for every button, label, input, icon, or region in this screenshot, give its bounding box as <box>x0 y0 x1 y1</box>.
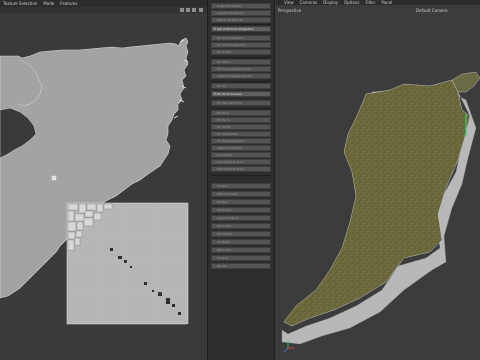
cmd-fit-uv-x[interactable]: Fit UV X <box>211 110 271 116</box>
cmd-spherical[interactable]: Spherical <box>211 207 271 213</box>
grab-icon <box>213 4 216 8</box>
cmd-layout-islands[interactable]: Layout Islands <box>211 215 271 221</box>
cmd-uv-mirror[interactable]: UV Mirror <box>211 59 271 65</box>
cmd-terrain[interactable]: Terrain <box>211 263 271 269</box>
uv-menu-mode[interactable]: Mode <box>43 1 54 6</box>
cmd-fit-canvas-to-uv[interactable]: Fit Canvas to UV <box>211 100 271 106</box>
cmd-fit-uv-fill[interactable]: Fit UV Fill <box>211 124 271 130</box>
cmd-fit-uv-to-canvas[interactable]: ✕ Fit UV to Canvas <box>211 91 271 97</box>
cross-icon: ✕ <box>213 26 217 31</box>
uv-menu-features[interactable]: Features <box>60 1 77 6</box>
vp-menu-cameras[interactable]: Cameras <box>300 0 318 5</box>
cmd-transform-to-grid[interactable]: Transform To Grid <box>211 159 271 165</box>
cmd-separator <box>211 108 271 109</box>
perspective-viewport[interactable] <box>276 0 480 360</box>
vp-menu-view[interactable]: View <box>284 0 294 5</box>
viewport-camera[interactable]: Default Camera <box>416 8 448 13</box>
cross-icon: ✕ <box>213 91 217 96</box>
cmd-set-uvw-from-projection[interactable]: ✕ Set UVW from Projection <box>211 26 271 32</box>
viewport-menubar: View Cameras Display Options Filter Pane… <box>276 0 480 5</box>
cmd-uv-straighten[interactable]: UV Straighten <box>211 131 271 137</box>
cmd-separator <box>211 24 271 25</box>
cmd-uv-invert[interactable]: UV Invert <box>211 49 271 55</box>
uv-small-island <box>51 175 57 181</box>
cmd-separator <box>211 57 271 58</box>
cmd-fit-uv[interactable]: Fit UV <box>211 83 271 89</box>
vp-menu-panel[interactable]: Panel <box>381 0 392 5</box>
cmd-separator <box>211 175 271 176</box>
cmd-uv-relax[interactable]: UV Relax <box>211 239 271 245</box>
cmd-separator <box>211 81 271 82</box>
move-icon[interactable] <box>180 8 184 12</box>
cmd-uv-shrink-selection[interactable]: UV Shrink Selection <box>211 42 271 48</box>
cmd-uv-rectangularize[interactable]: UV Rectangularize <box>211 138 271 144</box>
uv-menubar: Texture Selection Mode Features <box>0 0 207 7</box>
cmd-weld-uvs[interactable]: Weld UVs <box>211 247 271 253</box>
cmd-grab-uv-islands[interactable]: Grab UV Islands <box>211 3 271 9</box>
uv-viewport[interactable]: UV <box>0 13 207 360</box>
cmd-isolate-uv-islands[interactable]: Isolate UV Islands <box>211 10 271 16</box>
viewport-title-bar: Perspective Default Camera <box>276 7 480 14</box>
uv-corner-label: UV <box>186 323 191 327</box>
vp-menu-display[interactable]: Display <box>323 0 338 5</box>
cmd-pack-uvs[interactable]: Pack UVs <box>211 223 271 229</box>
terrain-svg <box>281 71 480 353</box>
uv-map-svg <box>0 37 189 325</box>
cmd-project[interactable]: Project <box>211 183 271 189</box>
cmd-uv-grow-selection[interactable]: UV Grow Selection <box>211 35 271 41</box>
cmd-distribute[interactable]: Distribute <box>211 152 271 158</box>
cmd-stitch-uv-islands[interactable]: Stitch UV Islands <box>211 17 271 23</box>
cmd-uv-unfold[interactable]: UV Unfold <box>211 231 271 237</box>
cmd-show-overlapping-uvs[interactable]: Show Overlapping UVs <box>211 66 271 72</box>
vp-menu-options[interactable]: Options <box>344 0 359 5</box>
cmd-select-overlapping-uvs[interactable]: Select Overlapping UVs <box>211 73 271 79</box>
vp-menu-filter[interactable]: Filter <box>365 0 375 5</box>
cmd-fit-uv-y[interactable]: Fit UV Y <box>211 117 271 123</box>
cmd-optimal-cubic[interactable]: Optimal Cubic <box>211 191 271 197</box>
cmd-realign[interactable]: Realign <box>211 199 271 205</box>
cmd-transform-to-pixel[interactable]: Transform To Pixel <box>211 166 271 172</box>
cmd-align-uv-islands[interactable]: Align UV Islands <box>211 145 271 151</box>
rotate-icon[interactable] <box>192 8 196 12</box>
viewport-name: Perspective <box>278 8 302 13</box>
command-panel: Grab UV Islands Isolate UV Islands Stitc… <box>207 0 275 360</box>
uv-menu-texture-selection[interactable]: Texture Selection <box>3 1 37 6</box>
cmd-unwrap[interactable]: Unwrap <box>211 255 271 261</box>
zoom-icon[interactable] <box>186 8 190 12</box>
layout-icon[interactable] <box>199 8 203 12</box>
